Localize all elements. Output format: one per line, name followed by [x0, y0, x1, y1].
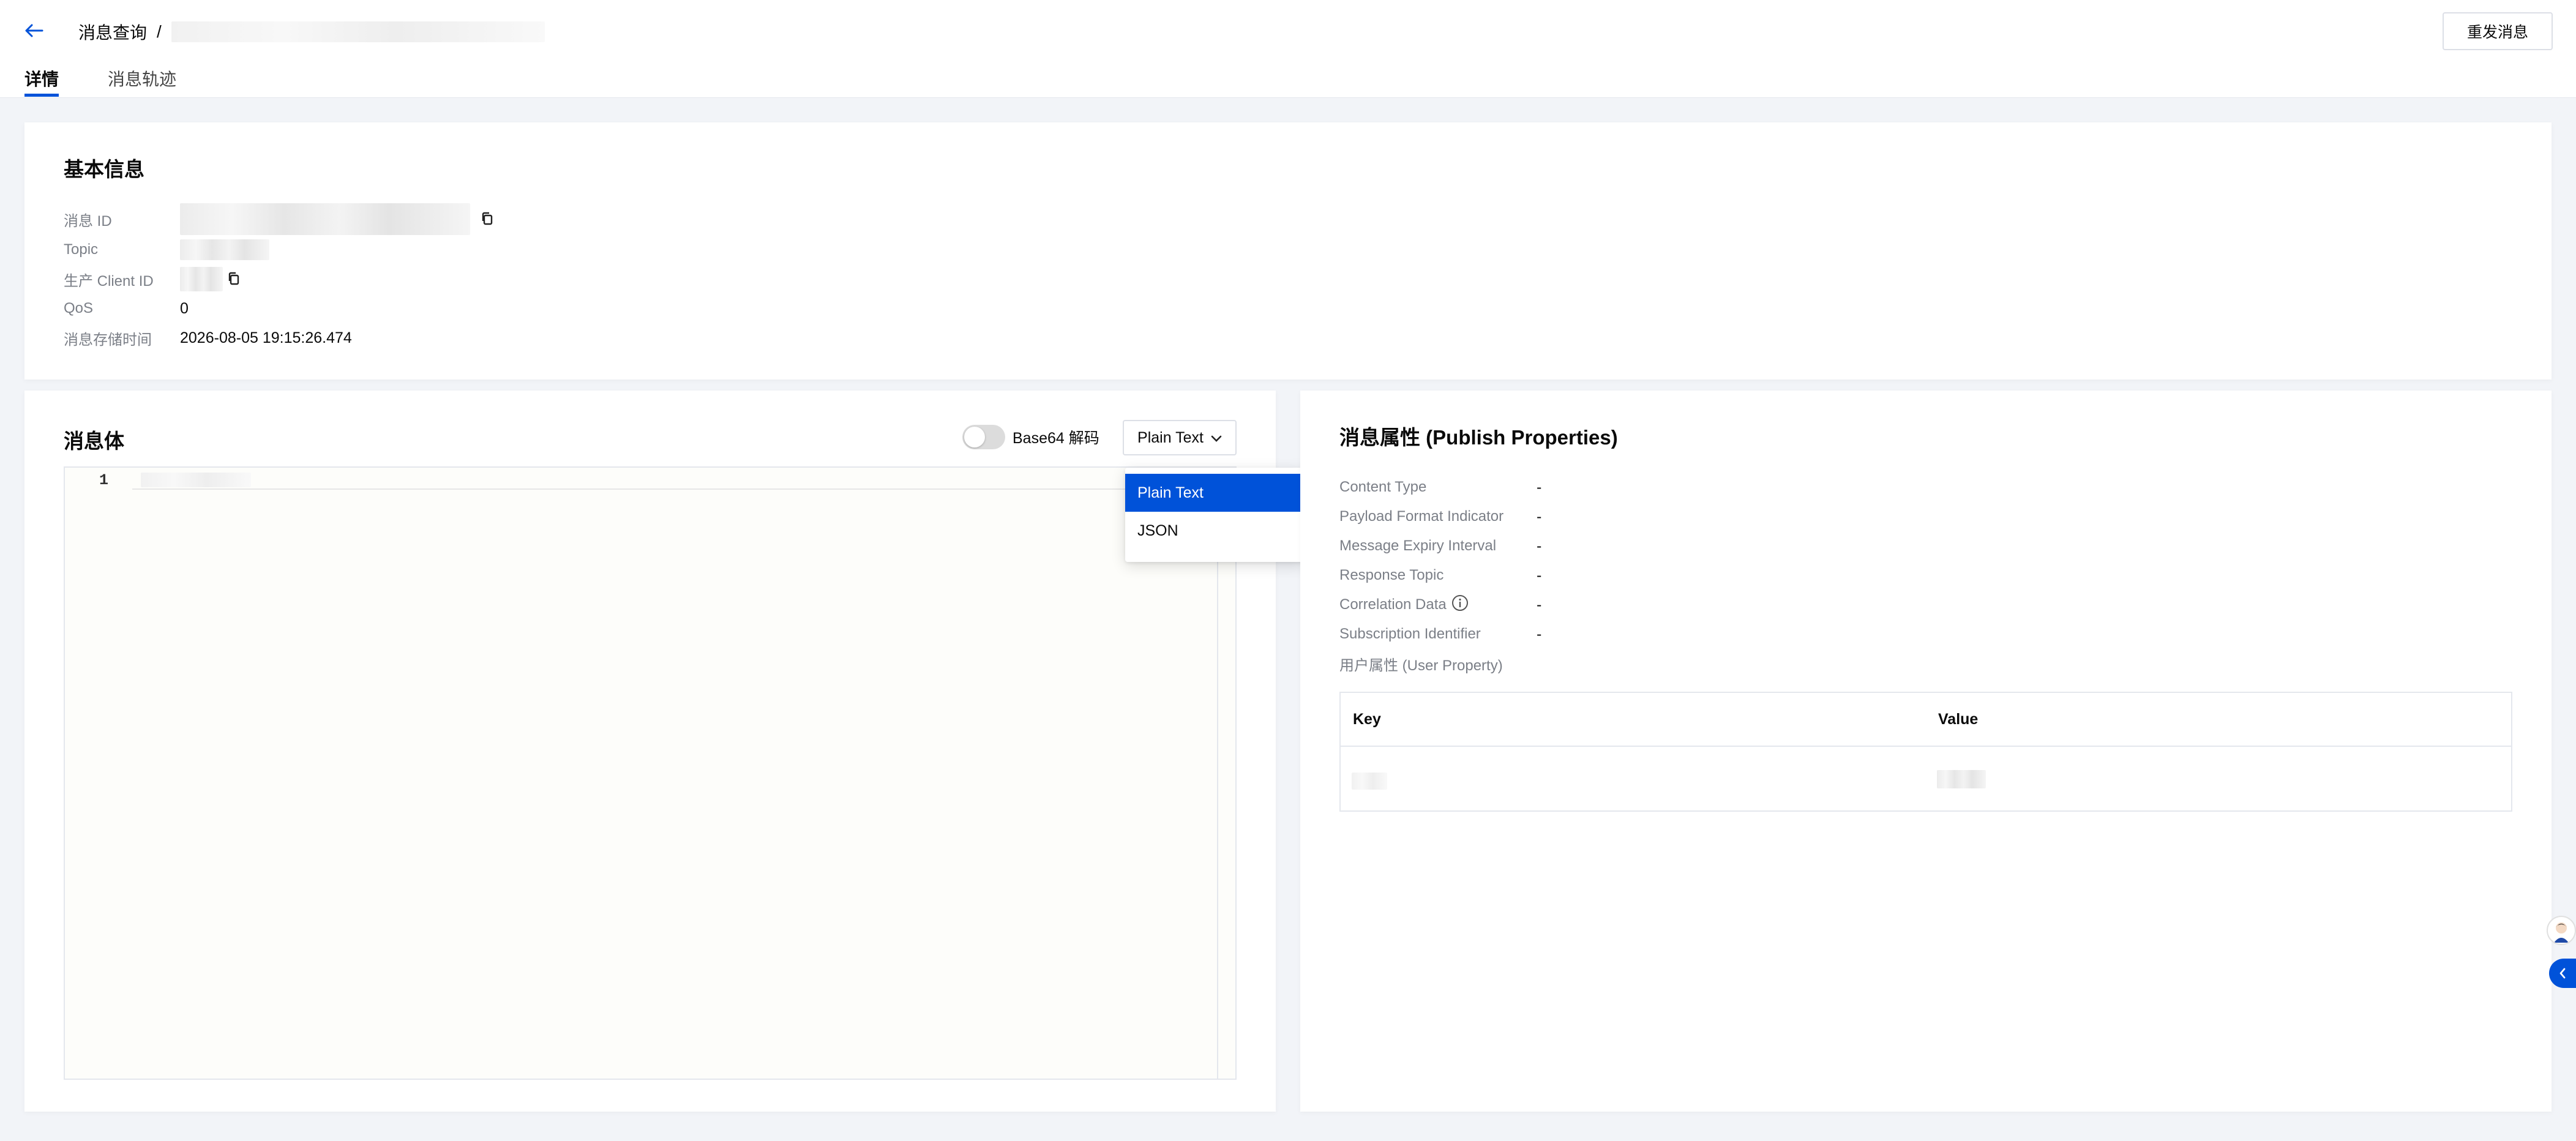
info-label: Topic [64, 241, 99, 258]
info-value [180, 203, 496, 235]
info-value [180, 239, 269, 260]
prop-value: - [1537, 507, 1542, 525]
copy-icon[interactable] [227, 271, 242, 287]
info-value: 0 [180, 299, 189, 317]
message-body-card: 消息体 Base64 解码 Plain Text 1 [24, 391, 1276, 1112]
key-cell-redacted [1352, 773, 1387, 790]
basic-info-title: 基本信息 [64, 158, 144, 181]
prop-row-subscription-id: Subscription Identifier - [1339, 622, 1541, 646]
prop-label: Subscription Identifier [1339, 626, 1481, 642]
toggle-switch[interactable] [962, 425, 1005, 449]
prop-row-response-topic: Response Topic - [1339, 563, 1541, 588]
breadcrumb-root[interactable]: 消息查询 [78, 20, 147, 44]
page-header: 消息查询 / 重发消息 详情 消息轨迹 [0, 0, 2576, 98]
prop-label: Correlation Data [1339, 594, 1537, 616]
tab-detail[interactable]: 详情 [24, 66, 59, 97]
info-label: QoS [64, 300, 94, 316]
code-line-redacted [141, 473, 251, 487]
prop-value: - [1537, 596, 1542, 613]
line-number: 1 [99, 471, 109, 489]
info-row-message-id: 消息 ID [64, 203, 496, 235]
menu-item-plain-text[interactable]: Plain Text [1125, 474, 1306, 512]
prop-label: Content Type [1339, 479, 1427, 495]
prop-label: Payload Format Indicator [1339, 508, 1504, 525]
info-label: 生产 Client ID [64, 272, 154, 290]
resend-message-button[interactable]: 重发消息 [2443, 12, 2553, 50]
breadcrumb-separator: / [157, 22, 162, 41]
table-header-row: Key Value [1341, 693, 2511, 747]
prop-row-content-type: Content Type - [1339, 475, 1541, 499]
tab-message-trace[interactable]: 消息轨迹 [108, 66, 176, 97]
user-property-label: 用户属性 (User Property) [1339, 657, 1503, 674]
info-row-stored-time: 消息存储时间 2026-08-05 19:15:26.474 [64, 326, 352, 350]
chevron-left-icon[interactable] [2549, 959, 2576, 988]
format-dropdown-menu: Plain Text JSON [1125, 468, 1306, 562]
info-value: 2026-08-05 19:15:26.474 [180, 329, 352, 346]
current-line-highlight [132, 468, 1142, 490]
publish-properties-card: 消息属性 (Publish Properties) Content Type -… [1300, 391, 2552, 1112]
tab-trace-label: 消息轨迹 [108, 70, 177, 89]
base64-decode-toggle[interactable]: Base64 解码 [962, 425, 1099, 449]
topic-redacted [180, 239, 269, 260]
active-tab-indicator [24, 94, 59, 97]
prop-row-payload-format: Payload Format Indicator - [1339, 504, 1541, 529]
info-value [180, 267, 242, 291]
format-select[interactable]: Plain Text [1123, 420, 1237, 455]
prop-value: - [1537, 625, 1542, 643]
column-header-key: Key [1353, 710, 1381, 728]
info-row-topic: Topic [64, 238, 269, 262]
prop-label: Response Topic [1339, 567, 1444, 583]
prop-label: Message Expiry Interval [1339, 537, 1497, 554]
prop-value: - [1537, 478, 1542, 496]
info-row-qos: QoS 0 [64, 296, 189, 321]
value-cell-redacted [1937, 770, 1986, 788]
tab-detail-label: 详情 [24, 70, 59, 89]
column-header-value: Value [1938, 710, 1979, 728]
prop-row-expiry-interval: Message Expiry Interval - [1339, 534, 1541, 558]
base64-label: Base64 解码 [1013, 430, 1099, 447]
prop-label-text: Correlation Data [1339, 596, 1447, 613]
format-select-value: Plain Text [1137, 428, 1204, 446]
client-id-redacted [180, 267, 223, 291]
user-property-heading: 用户属性 (User Property) [1339, 651, 1503, 676]
publish-properties-title: 消息属性 (Publish Properties) [1339, 426, 1618, 449]
copy-icon[interactable] [480, 211, 496, 227]
info-label: 消息 ID [64, 212, 112, 230]
code-editor[interactable]: 1 [64, 466, 1237, 1080]
message-body-title: 消息体 [64, 430, 124, 452]
prop-value: - [1537, 537, 1542, 555]
chevron-down-icon [1211, 429, 1222, 447]
menu-item-json[interactable]: JSON [1125, 512, 1306, 550]
breadcrumb: 消息查询 / [78, 17, 545, 47]
info-circle-icon[interactable] [1451, 594, 1469, 616]
toggle-knob [964, 427, 985, 447]
prop-value: - [1537, 566, 1542, 584]
breadcrumb-current-redacted [171, 21, 545, 42]
prop-row-correlation-data: Correlation Data - [1339, 593, 1541, 617]
user-property-table: Key Value [1339, 692, 2512, 812]
assistant-avatar[interactable] [2547, 916, 2576, 945]
table-row [1341, 747, 2511, 812]
info-row-client-id: 生产 Client ID [64, 267, 242, 291]
back-arrow-icon[interactable] [22, 18, 47, 43]
basic-info-card: 基本信息 消息 ID Topic 生产 Client ID QoS 0 消息存储… [24, 122, 2552, 380]
info-label: 消息存储时间 [64, 331, 152, 348]
message-id-redacted [180, 203, 470, 235]
